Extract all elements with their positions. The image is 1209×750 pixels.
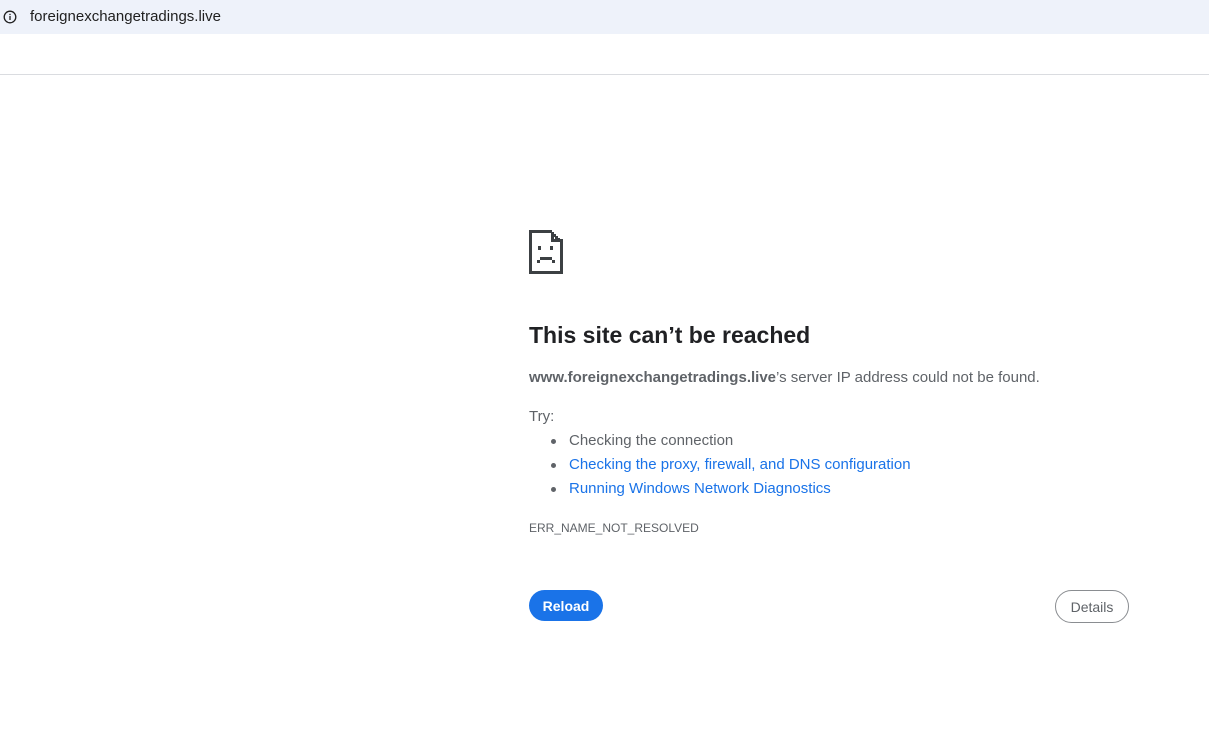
summary-text: ’s server IP address could not be found. — [776, 369, 1040, 386]
try-label: Try: — [529, 408, 555, 425]
url-text[interactable]: foreignexchangetradings.live — [30, 8, 221, 26]
details-button[interactable]: Details — [1055, 590, 1129, 623]
info-icon[interactable] — [3, 10, 17, 24]
suggestion-check-connection: Checking the connection — [529, 432, 911, 456]
page-title: This site can’t be reached — [529, 322, 811, 348]
reload-button[interactable]: Reload — [529, 590, 603, 621]
host-name: www.foreignexchangetradings.live — [529, 369, 777, 386]
toolbar-strip — [0, 34, 1209, 75]
sad-page-icon — [529, 230, 563, 274]
address-bar[interactable]: foreignexchangetradings.live — [0, 0, 1209, 34]
suggestion-check-proxy-link[interactable]: Checking the proxy, firewall, and DNS co… — [529, 456, 911, 480]
suggestion-list: Checking the connection Checking the pro… — [529, 432, 911, 504]
error-code: ERR_NAME_NOT_RESOLVED — [529, 521, 699, 535]
suggestion-network-diagnostics-link[interactable]: Running Windows Network Diagnostics — [529, 480, 911, 504]
error-summary: www.foreignexchangetradings.live’s serve… — [529, 369, 1040, 387]
